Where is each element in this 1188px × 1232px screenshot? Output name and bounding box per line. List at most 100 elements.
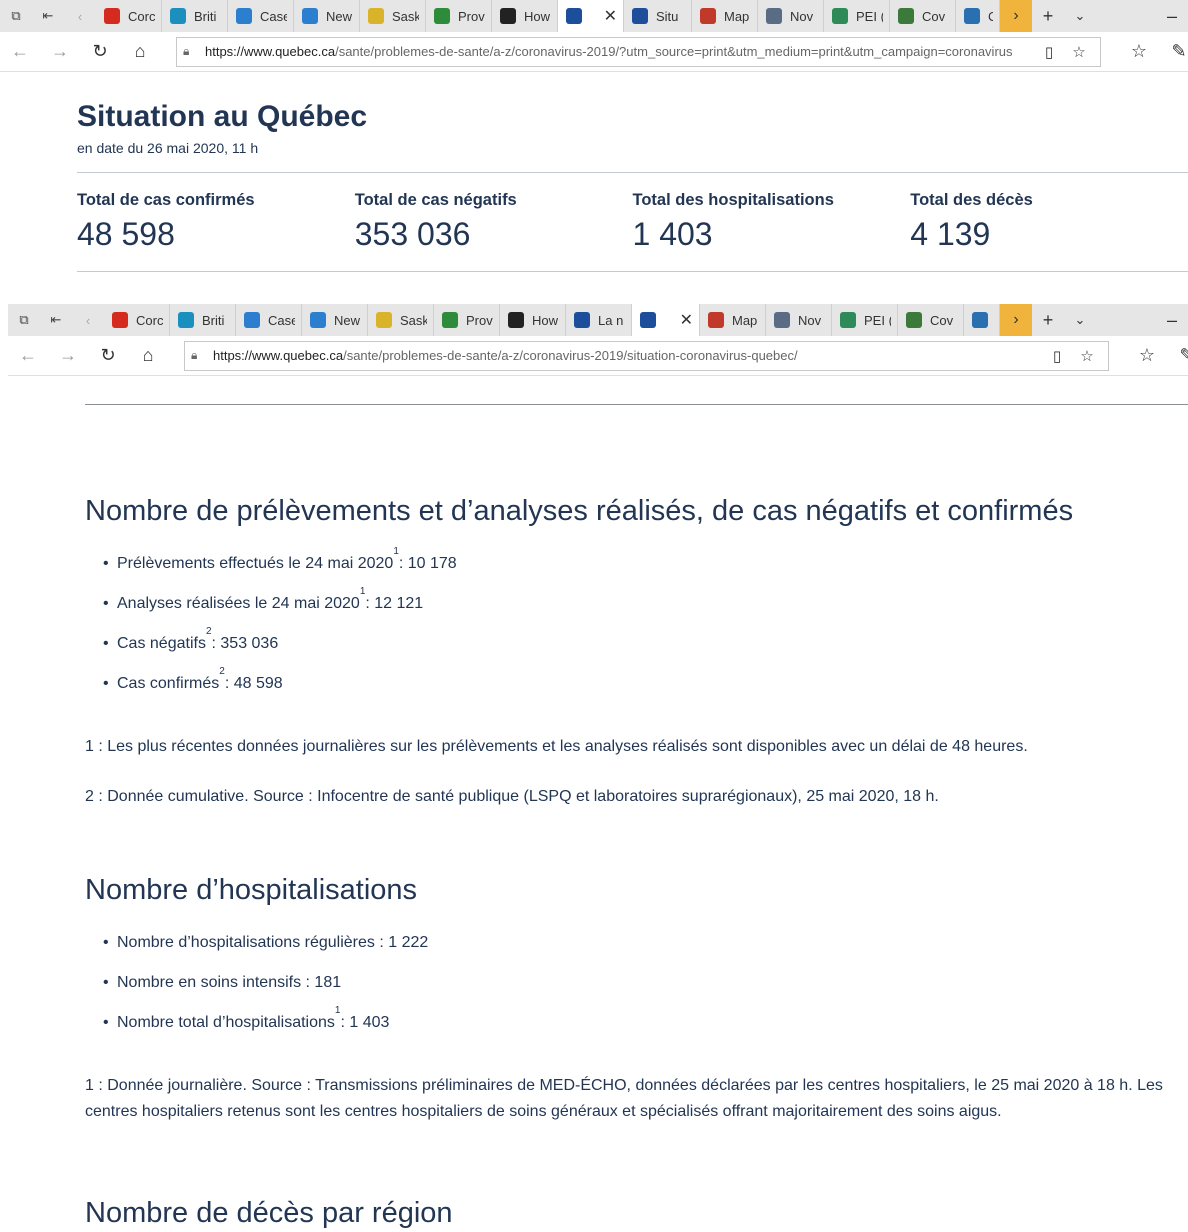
- browser-tab[interactable]: Prov: [434, 304, 500, 336]
- set-aside-tabs-icon[interactable]: ⇤: [32, 0, 64, 32]
- browser-tab[interactable]: Prov: [426, 0, 492, 32]
- minimize-icon[interactable]: –: [1156, 304, 1188, 336]
- browser-tab[interactable]: How: [492, 0, 558, 32]
- globe-icon: [898, 8, 914, 24]
- favorites-list-icon[interactable]: ☆: [1127, 336, 1167, 376]
- forward-icon[interactable]: →: [40, 32, 80, 72]
- stat-label: Total de cas confirmés: [77, 191, 255, 209]
- tab-label: Corc: [128, 8, 155, 24]
- refresh-icon[interactable]: ↻: [88, 336, 128, 376]
- address-bar[interactable]: 🔒︎ https://www.quebec.ca/sante/problemes…: [176, 36, 1101, 67]
- refresh-icon[interactable]: ↻: [80, 32, 120, 72]
- browser-tab[interactable]: Nov: [758, 0, 824, 32]
- tab-label: Briti: [194, 8, 217, 24]
- tab-strip-top: Corc Briti Case New Sask Prov How ✕ Situ Map Nov PE…: [96, 0, 1000, 32]
- scroll-tabs-right-icon[interactable]: ›: [1000, 0, 1032, 32]
- browser-tab[interactable]: New: [294, 0, 360, 32]
- stat-value: 48 598: [77, 216, 175, 252]
- browser-tab[interactable]: Sask: [360, 0, 426, 32]
- situation-date: en date du 26 mai 2020, 11 h: [77, 140, 259, 156]
- wheat-icon: [368, 8, 384, 24]
- quebec-flag-icon: [574, 312, 590, 328]
- deaths-heading: Nombre de décès par région: [85, 1197, 453, 1229]
- scroll-tabs-left-icon[interactable]: ‹: [72, 304, 104, 336]
- browser-tab[interactable]: Situ: [624, 0, 692, 32]
- home-icon[interactable]: ⌂: [128, 336, 168, 376]
- favorites-list-icon[interactable]: ☆: [1119, 32, 1159, 72]
- footnote: 1 : Donnée journalière. Source : Transmi…: [85, 1077, 1163, 1120]
- chart-icon: [236, 8, 252, 24]
- reading-view-icon[interactable]: ▯: [1042, 347, 1072, 365]
- browser-tab[interactable]: C: [956, 0, 1000, 32]
- tab-label: Map: [732, 312, 758, 328]
- back-icon[interactable]: ←: [8, 336, 48, 376]
- scroll-tabs-left-icon[interactable]: ‹: [64, 0, 96, 32]
- pen-icon[interactable]: ✎: [1159, 32, 1188, 72]
- tab-list-chevron-icon[interactable]: ⌄: [1064, 304, 1096, 336]
- tab-label: Nov: [790, 8, 814, 24]
- browser-tab[interactable]: Corc: [96, 0, 162, 32]
- browser-tab[interactable]: Cov: [890, 0, 956, 32]
- stat-deaths: Total des décès 4 139: [910, 191, 1188, 253]
- browser-tab[interactable]: Corc: [104, 304, 170, 336]
- browser-tab[interactable]: Case: [228, 0, 294, 32]
- tab-list-chevron-icon[interactable]: ⌄: [1064, 0, 1096, 32]
- tab-label: Situ: [656, 8, 679, 24]
- stats-row: Total de cas confirmés 48 598 Total de c…: [77, 191, 1188, 253]
- bc-icon: [170, 8, 186, 24]
- shield-icon: [500, 8, 516, 24]
- browser-tab[interactable]: Cov: [898, 304, 964, 336]
- browser-tab[interactable]: C: [964, 304, 1000, 336]
- tab-label: New: [334, 312, 361, 328]
- browser-tab[interactable]: Map: [692, 0, 758, 32]
- home-icon[interactable]: ⌂: [120, 32, 160, 72]
- lock-icon: 🔒︎: [191, 348, 198, 362]
- tab-label: How: [532, 312, 559, 328]
- tab-bar-bottom: ⧉ ⇤ ‹ Corc Briti Case New Sask Prov How La n ✕ Ma…: [8, 304, 1188, 336]
- browser-tab[interactable]: Sask: [368, 304, 434, 336]
- tab-label: Cov: [930, 312, 954, 328]
- browser-tab[interactable]: PEI (: [824, 0, 890, 32]
- tab-strip-bottom: Corc Briti Case New Sask Prov How La n ✕ Map Nov PE…: [104, 304, 1000, 336]
- browser-tab[interactable]: PEI (: [832, 304, 898, 336]
- browser-tab[interactable]: La n: [566, 304, 632, 336]
- browser-tab[interactable]: Briti: [170, 304, 236, 336]
- list-item: • Nombre en soins intensifs : 181: [103, 974, 342, 991]
- pen-icon[interactable]: ✎: [1167, 336, 1188, 376]
- tab-actions-icon[interactable]: ⧉: [8, 304, 40, 336]
- minimize-icon[interactable]: –: [1156, 0, 1188, 32]
- favorite-star-icon[interactable]: ☆: [1064, 43, 1094, 61]
- set-aside-tabs-icon[interactable]: ⇤: [40, 304, 72, 336]
- tab-label: Sask: [400, 312, 427, 328]
- browser-tab[interactable]: How: [500, 304, 566, 336]
- url-text: https://www.quebec.ca/sante/problemes-de…: [205, 44, 1013, 59]
- reading-view-icon[interactable]: ▯: [1034, 43, 1064, 61]
- chart-icon: [302, 8, 318, 24]
- browser-tab[interactable]: Briti: [162, 0, 228, 32]
- browser-tab[interactable]: Nov: [766, 304, 832, 336]
- browser-tab[interactable]: Case: [236, 304, 302, 336]
- lock-icon: 🔒︎: [183, 44, 190, 58]
- new-tab-icon[interactable]: +: [1032, 0, 1064, 32]
- stat-confirmed: Total de cas confirmés 48 598: [77, 191, 355, 253]
- address-bar[interactable]: 🔒︎ https://www.quebec.ca/sante/problemes…: [184, 340, 1109, 371]
- browser-tab[interactable]: New: [302, 304, 368, 336]
- close-tab-icon[interactable]: ✕: [594, 6, 617, 26]
- divider: [85, 404, 1188, 405]
- browser-tab[interactable]: ✕: [632, 304, 700, 336]
- list-item: • Prélèvements effectués le 24 mai 2020 1 …: [103, 546, 457, 573]
- new-tab-icon[interactable]: +: [1032, 304, 1064, 336]
- tab-label: Prov: [458, 8, 485, 24]
- tab-bar-top: ⧉ ⇤ ‹ Corc Briti Case New Sask Prov How ✕ Situ Ma…: [0, 0, 1188, 32]
- close-tab-icon[interactable]: ✕: [670, 310, 693, 330]
- back-icon[interactable]: ←: [0, 32, 40, 72]
- browser-tab[interactable]: Map: [700, 304, 766, 336]
- stat-value: 1 403: [632, 216, 713, 252]
- forward-icon[interactable]: →: [48, 336, 88, 376]
- scroll-tabs-right-icon[interactable]: ›: [1000, 304, 1032, 336]
- list-item: • Nombre d’hospitalisations régulières : …: [103, 934, 429, 951]
- tab-actions-icon[interactable]: ⧉: [0, 0, 32, 32]
- favorite-star-icon[interactable]: ☆: [1072, 347, 1102, 365]
- browser-tab[interactable]: ✕: [558, 0, 624, 32]
- footnote: 2 : Donnée cumulative. Source : Infocent…: [85, 788, 939, 805]
